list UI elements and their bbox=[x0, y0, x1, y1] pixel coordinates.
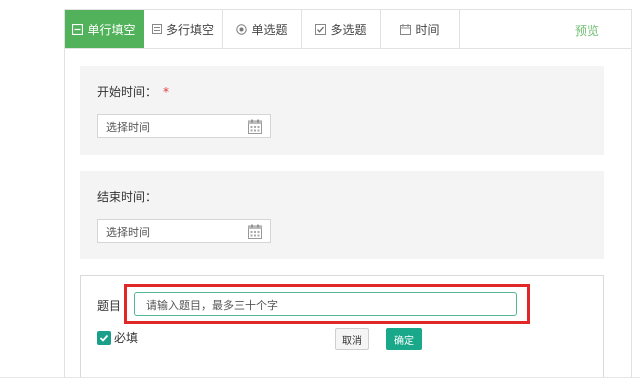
bottom-divider bbox=[0, 377, 640, 378]
start-time-picker[interactable] bbox=[97, 114, 271, 138]
question-type-tabbar: 单行填空 多行填空 单选题 多选题 时间 预览 bbox=[65, 10, 631, 49]
required-mark: * bbox=[163, 85, 170, 99]
tab-single-choice[interactable]: 单选题 bbox=[223, 10, 302, 48]
start-time-input[interactable] bbox=[104, 118, 248, 136]
end-time-question: 结束时间： bbox=[80, 171, 604, 259]
calendar-icon bbox=[400, 23, 412, 35]
confirm-button[interactable]: 确定 bbox=[386, 328, 422, 350]
checkbox-icon bbox=[315, 23, 327, 35]
question-title-field[interactable] bbox=[134, 292, 517, 316]
question-title-label: 题目 bbox=[97, 299, 122, 313]
end-time-picker[interactable] bbox=[97, 219, 271, 243]
required-label: 必填 bbox=[114, 331, 139, 345]
tab-label: 多选题 bbox=[330, 22, 367, 37]
tab-label: 单行填空 bbox=[87, 22, 136, 37]
end-time-input[interactable] bbox=[104, 223, 248, 241]
single-line-icon bbox=[72, 23, 84, 35]
tab-label: 时间 bbox=[415, 22, 440, 37]
tab-label: 单选题 bbox=[251, 22, 288, 37]
multi-line-icon bbox=[151, 24, 162, 34]
question-editor: 题目 必填 取消 确定 bbox=[80, 275, 604, 378]
calendar-icon bbox=[248, 224, 262, 242]
start-time-label: 开始时间： * bbox=[97, 85, 170, 99]
form-builder-panel: 单行填空 多行填空 单选题 多选题 时间 预览 开始时间： * 选择时间 结束时… bbox=[64, 9, 632, 378]
calendar-icon bbox=[248, 119, 262, 137]
question-title-input[interactable] bbox=[144, 296, 508, 314]
checkmark-icon[interactable] bbox=[97, 330, 111, 345]
preview-link[interactable]: 预览 bbox=[575, 22, 599, 39]
cancel-button[interactable]: 取消 bbox=[335, 328, 369, 350]
required-checkbox[interactable]: 必填 bbox=[97, 329, 138, 346]
start-time-question: 开始时间： * bbox=[80, 66, 604, 155]
radio-icon bbox=[236, 23, 248, 35]
tab-label: 多行填空 bbox=[165, 22, 214, 37]
tab-multi-line-fill[interactable]: 多行填空 bbox=[144, 10, 223, 48]
tab-multi-choice[interactable]: 多选题 bbox=[302, 10, 381, 48]
tab-single-line-fill[interactable]: 单行填空 bbox=[65, 10, 144, 48]
end-time-label: 结束时间： bbox=[97, 190, 158, 204]
tab-time[interactable]: 时间 bbox=[381, 10, 460, 48]
